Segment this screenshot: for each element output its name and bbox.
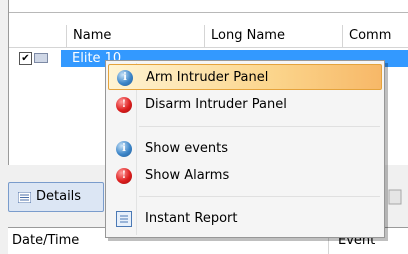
tab-details[interactable]: Details <box>8 182 104 212</box>
menu-item-label: Show events <box>145 141 229 156</box>
menu-separator <box>139 126 380 127</box>
column-header-long-name[interactable]: Long Name <box>205 25 343 47</box>
menu-item-show-alarms[interactable]: ! Show Alarms <box>108 163 382 189</box>
alert-icon: ! <box>116 97 132 113</box>
folder-icon <box>34 53 48 63</box>
context-menu: i Arm Intruder Panel ! Disarm Intruder P… <box>105 60 385 238</box>
tab-icon[interactable] <box>388 188 408 206</box>
menu-item-label: Show Alarms <box>145 168 230 183</box>
menu-item-disarm-intruder-panel[interactable]: ! Disarm Intruder Panel <box>108 92 382 118</box>
details-list-icon <box>18 192 31 203</box>
row-checkbox[interactable]: ✔ <box>19 52 32 65</box>
menu-item-label: Instant Report <box>145 211 238 226</box>
alert-icon: ! <box>116 168 132 184</box>
menu-item-show-events[interactable]: i Show events <box>108 136 382 162</box>
menu-separator <box>139 196 380 197</box>
menu-item-arm-intruder-panel[interactable]: i Arm Intruder Panel <box>108 64 382 90</box>
column-header-datetime[interactable]: Date/Time <box>12 233 79 248</box>
tab-details-label: Details <box>36 189 82 204</box>
info-icon: i <box>117 70 133 86</box>
column-header-comm[interactable]: Comm <box>343 25 408 47</box>
menu-item-instant-report[interactable]: Instant Report <box>108 206 382 232</box>
info-icon: i <box>116 141 132 157</box>
menu-item-label: Disarm Intruder Panel <box>145 97 287 112</box>
grid-header: Name Long Name Comm <box>9 25 408 48</box>
report-icon <box>116 211 132 227</box>
column-header-select[interactable] <box>9 25 67 47</box>
menu-item-label: Arm Intruder Panel <box>146 70 269 85</box>
grid-divider <box>9 12 408 13</box>
column-header-name[interactable]: Name <box>67 25 205 47</box>
